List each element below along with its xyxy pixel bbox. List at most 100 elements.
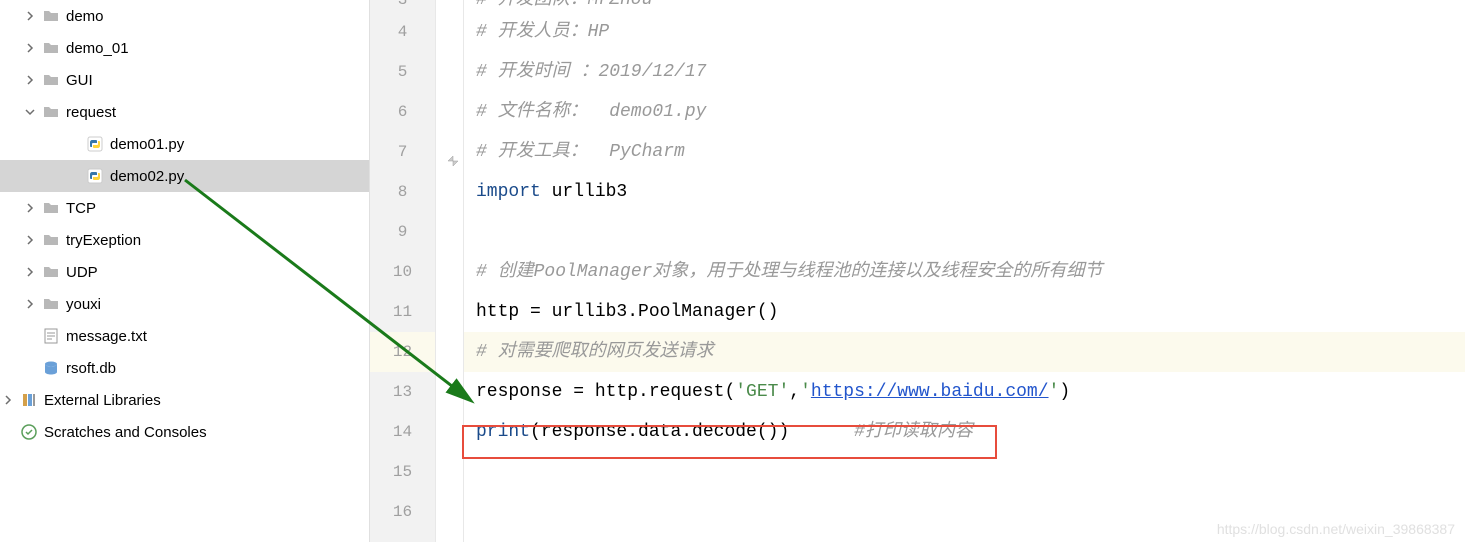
editor-margin	[436, 0, 464, 542]
chevron-right-icon[interactable]	[0, 392, 16, 408]
folder-icon	[42, 39, 60, 57]
tree-item-udp[interactable]: UDP	[0, 256, 369, 288]
code-token: '	[800, 382, 811, 402]
line-number: 6	[370, 92, 435, 132]
tree-item-message-txt[interactable]: message.txt	[0, 320, 369, 352]
chevron-right-icon[interactable]	[22, 200, 38, 216]
line-number: 12	[370, 332, 435, 372]
chevron-right-icon[interactable]	[22, 72, 38, 88]
tree-item-label: demo01.py	[110, 136, 184, 153]
tree-item-demo02-py[interactable]: demo02.py	[0, 160, 369, 192]
tree-item-demo[interactable]: demo	[0, 0, 369, 32]
tree-item-label: UDP	[66, 264, 98, 281]
chevron-placeholder	[66, 136, 82, 152]
folder-icon	[42, 295, 60, 313]
tree-item-scratches-and-consoles[interactable]: Scratches and Consoles	[0, 416, 369, 448]
lib-icon	[20, 391, 38, 409]
tree-item-label: request	[66, 104, 116, 121]
tree-item-label: External Libraries	[44, 392, 161, 409]
line-number: 11	[370, 292, 435, 332]
chevron-right-icon[interactable]	[22, 264, 38, 280]
db-icon	[42, 359, 60, 377]
tree-item-request[interactable]: request	[0, 96, 369, 128]
tree-item-demo01-py[interactable]: demo01.py	[0, 128, 369, 160]
code-token: ,	[789, 382, 800, 402]
folder-icon	[42, 231, 60, 249]
tree-item-label: rsoft.db	[66, 360, 116, 377]
code-editor[interactable]: 345678910111213141516 # 开发团队：MrZhou# 开发人…	[370, 0, 1465, 542]
line-number: 14	[370, 412, 435, 452]
tree-item-label: demo_01	[66, 40, 129, 57]
tree-item-tcp[interactable]: TCP	[0, 192, 369, 224]
code-token: response = http.request(	[476, 382, 735, 402]
tree-item-label: demo02.py	[110, 168, 184, 185]
line-number: 5	[370, 52, 435, 92]
line-number: 10	[370, 252, 435, 292]
folder-icon	[42, 7, 60, 25]
tree-item-label: tryExeption	[66, 232, 141, 249]
line-number: 7	[370, 132, 435, 172]
chevron-placeholder	[22, 360, 38, 376]
code-line[interactable]: response = http.request('GET','https://w…	[464, 372, 1465, 412]
line-number-gutter: 345678910111213141516	[370, 0, 436, 542]
code-line[interactable]: # 开发人员：HP	[464, 12, 1465, 52]
code-token: urllib3	[541, 182, 627, 202]
code-token: # 开发时间 ：2019/12/17	[476, 62, 706, 82]
code-line[interactable]: # 开发团队：MrZhou	[464, 0, 1465, 12]
tree-item-label: youxi	[66, 296, 101, 313]
tree-item-label: message.txt	[66, 328, 147, 345]
code-token: https://www.baidu.com/	[811, 382, 1049, 402]
code-line[interactable]: # 开发工具： PyCharm	[464, 132, 1465, 172]
code-line[interactable]	[464, 452, 1465, 492]
code-token: '	[1049, 382, 1060, 402]
chevron-right-icon[interactable]	[22, 232, 38, 248]
code-line[interactable]: http = urllib3.PoolManager()	[464, 292, 1465, 332]
python-icon	[86, 167, 104, 185]
code-line[interactable]: # 文件名称： demo01.py	[464, 92, 1465, 132]
chevron-right-icon[interactable]	[22, 8, 38, 24]
tree-item-label: Scratches and Consoles	[44, 424, 207, 441]
text-icon	[42, 327, 60, 345]
folder-icon	[42, 103, 60, 121]
chevron-right-icon[interactable]	[22, 296, 38, 312]
code-token: # 对需要爬取的网页发送请求	[476, 342, 714, 362]
code-line[interactable]	[464, 212, 1465, 252]
code-token: 'GET'	[735, 382, 789, 402]
chevron-placeholder	[0, 424, 16, 440]
line-number: 8	[370, 172, 435, 212]
watermark: https://blog.csdn.net/weixin_39868387	[1217, 521, 1455, 537]
code-token: # 开发团队：MrZhou	[476, 0, 652, 10]
project-tree[interactable]: demo demo_01 GUI request demo01.py demo02.py T…	[0, 0, 370, 542]
fold-handle-icon[interactable]	[446, 144, 460, 158]
code-line[interactable]: # 对需要爬取的网页发送请求	[464, 332, 1465, 372]
folder-icon	[42, 199, 60, 217]
chevron-placeholder	[66, 168, 82, 184]
line-number: 15	[370, 452, 435, 492]
code-line[interactable]: print(response.data.decode()) #打印读取内容	[464, 412, 1465, 452]
tree-item-tryexeption[interactable]: tryExeption	[0, 224, 369, 256]
line-number: 4	[370, 12, 435, 52]
tree-item-rsoft-db[interactable]: rsoft.db	[0, 352, 369, 384]
code-token: print	[476, 422, 530, 442]
tree-item-gui[interactable]: GUI	[0, 64, 369, 96]
code-line[interactable]: # 创建PoolManager对象，用于处理与线程池的连接以及线程安全的所有细节	[464, 252, 1465, 292]
chevron-right-icon[interactable]	[22, 40, 38, 56]
code-token: (response.data.decode())	[530, 422, 854, 442]
tree-item-youxi[interactable]: youxi	[0, 288, 369, 320]
tree-item-demo-01[interactable]: demo_01	[0, 32, 369, 64]
line-number: 9	[370, 212, 435, 252]
tree-item-label: demo	[66, 8, 104, 25]
line-number: 13	[370, 372, 435, 412]
code-line[interactable]: # 开发时间 ：2019/12/17	[464, 52, 1465, 92]
code-token: import	[476, 182, 541, 202]
folder-icon	[42, 71, 60, 89]
code-token: http = urllib3.PoolManager()	[476, 302, 778, 322]
python-icon	[86, 135, 104, 153]
tree-item-label: GUI	[66, 72, 93, 89]
tree-item-external-libraries[interactable]: External Libraries	[0, 384, 369, 416]
folder-icon	[42, 263, 60, 281]
chevron-down-icon[interactable]	[22, 104, 38, 120]
code-line[interactable]: import urllib3	[464, 172, 1465, 212]
code-token: )	[1059, 382, 1070, 402]
code-area[interactable]: # 开发团队：MrZhou # 开发人员：HP # 开发时间 ：2019/12/17…	[464, 0, 1465, 542]
